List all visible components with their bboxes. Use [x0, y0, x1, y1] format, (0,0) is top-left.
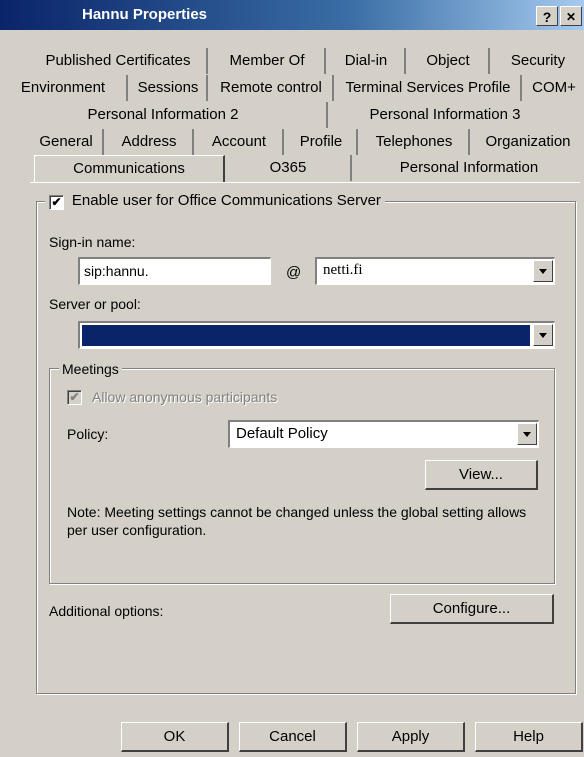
tab-page-top-edge — [30, 182, 580, 183]
tab-object[interactable]: Object — [408, 48, 490, 74]
tab-published-certificates[interactable]: Published Certificates — [30, 48, 208, 74]
domain-value: netti.fi — [323, 262, 363, 278]
tab-com-plus[interactable]: COM+ — [526, 75, 582, 101]
tab-environment[interactable]: Environment — [0, 75, 128, 101]
at-symbol: @ — [286, 264, 302, 281]
tab-address[interactable]: Address — [106, 129, 194, 155]
close-title-button[interactable]: ✕ — [560, 6, 582, 26]
title-bar[interactable]: Hannu Properties ? ✕ — [0, 0, 584, 30]
tab-account[interactable]: Account — [196, 129, 284, 155]
signin-label: Sign-in name: — [49, 234, 136, 250]
ok-button[interactable]: OK — [121, 722, 229, 752]
tab-row-4: General Address Account Profile Telephon… — [0, 129, 584, 155]
apply-button[interactable]: Apply — [357, 722, 465, 752]
meetings-note: Note: Meeting settings cannot be changed… — [67, 504, 527, 538]
properties-dialog: Hannu Properties ? ✕ Published Certifica… — [0, 0, 584, 757]
additional-options-label: Additional options: — [49, 603, 164, 619]
chevron-down-icon[interactable] — [517, 423, 537, 445]
tab-remote-control[interactable]: Remote control — [210, 75, 334, 101]
cancel-button[interactable]: Cancel — [239, 722, 347, 752]
chevron-down-icon[interactable] — [533, 260, 553, 282]
configure-button[interactable]: Configure... — [390, 594, 554, 624]
tab-personal-information[interactable]: Personal Information — [356, 155, 582, 181]
enable-ocs-label: Enable user for Office Communications Se… — [71, 192, 381, 209]
tab-personal-information-2[interactable]: Personal Information 2 — [0, 102, 328, 128]
tab-member-of[interactable]: Member Of — [210, 48, 326, 74]
policy-label: Policy: — [67, 426, 109, 442]
tab-terminal-services-profile[interactable]: Terminal Services Profile — [336, 75, 522, 101]
help-button[interactable]: Help — [475, 722, 583, 752]
allow-anonymous-checkbox[interactable]: ✔ — [67, 390, 82, 405]
help-title-button[interactable]: ? — [536, 6, 558, 26]
tab-dial-in[interactable]: Dial-in — [328, 48, 406, 74]
ocs-enable-row: ✔ Enable user for Office Communications … — [45, 192, 385, 212]
meetings-group-label: Meetings — [59, 361, 122, 377]
policy-select[interactable]: Default Policy — [228, 420, 539, 448]
allow-anonymous-label: Allow anonymous participants — [92, 389, 278, 405]
chevron-down-icon[interactable] — [533, 324, 553, 346]
policy-value: Default Policy — [236, 425, 328, 442]
tab-o365[interactable]: O365 — [226, 155, 352, 181]
view-button[interactable]: View... — [425, 460, 538, 490]
tab-general[interactable]: General — [30, 129, 104, 155]
tab-sessions[interactable]: Sessions — [130, 75, 208, 101]
server-pool-label: Server or pool: — [49, 296, 141, 312]
enable-ocs-checkbox[interactable]: ✔ — [49, 195, 64, 210]
tab-row-2: Environment Sessions Remote control Term… — [0, 75, 584, 101]
tab-row-5: Communications O365 Personal Information — [0, 155, 584, 182]
tab-row-1: Published Certificates Member Of Dial-in… — [0, 48, 584, 74]
server-pool-select[interactable] — [78, 321, 555, 349]
domain-select[interactable]: netti.fi — [315, 257, 555, 285]
tab-organization[interactable]: Organization — [474, 129, 582, 155]
tab-row-3: Personal Information 2 Personal Informat… — [0, 102, 584, 128]
tab-telephones[interactable]: Telephones — [360, 129, 470, 155]
tab-personal-information-3[interactable]: Personal Information 3 — [330, 102, 560, 128]
signin-name-input[interactable]: sip:hannu. — [78, 257, 271, 285]
tab-communications[interactable]: Communications — [34, 155, 225, 182]
tab-profile[interactable]: Profile — [286, 129, 358, 155]
window-title: Hannu Properties — [82, 6, 208, 23]
tab-security[interactable]: Security — [494, 48, 582, 74]
server-pool-selection — [82, 325, 530, 346]
